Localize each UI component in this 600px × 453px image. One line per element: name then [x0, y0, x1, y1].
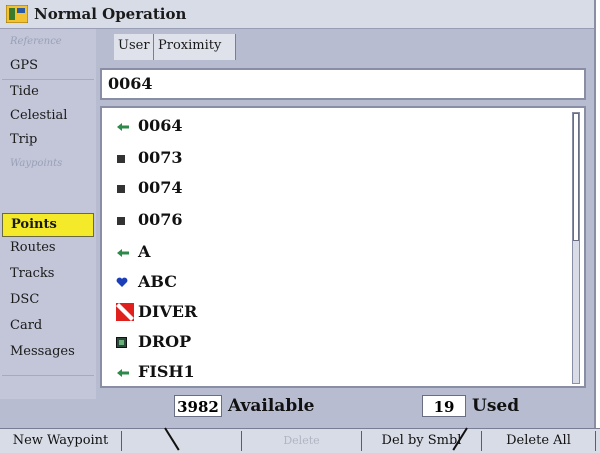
- title-bar: Normal Operation: [0, 0, 594, 29]
- diver-flag-icon: [116, 299, 138, 327]
- used-label: Used: [472, 396, 520, 416]
- blank-softkey[interactable]: [122, 431, 242, 451]
- app-icon: [6, 5, 28, 23]
- drop-icon: [116, 329, 138, 357]
- sidebar-item-celestial[interactable]: Celestial: [2, 105, 94, 129]
- waypoint-name: 0064: [138, 116, 183, 135]
- list-item[interactable]: 0073: [116, 144, 183, 172]
- list-item[interactable]: FISH1: [116, 358, 195, 386]
- waypoint-list: 0064 0073 0074 0076 A ABC DIVER DROP FIS…: [100, 106, 586, 388]
- sidebar-header-waypoints: Waypoints: [10, 158, 63, 169]
- arrow-icon: [116, 239, 138, 267]
- list-item[interactable]: DROP: [116, 328, 191, 356]
- softkey-bar: New Waypoint Delete Del by Smbl Delete A…: [0, 428, 600, 453]
- tab-proximity[interactable]: Proximity: [154, 34, 236, 60]
- new-waypoint-softkey[interactable]: New Waypoint: [0, 431, 122, 451]
- waypoint-name: 0074: [138, 178, 183, 197]
- list-item[interactable]: 0076: [116, 206, 183, 234]
- waypoint-name: ABC: [138, 272, 177, 291]
- square-icon: [116, 175, 138, 203]
- sidebar-item-trip[interactable]: Trip: [2, 129, 94, 153]
- sidebar-item-gps[interactable]: GPS: [2, 55, 94, 79]
- sidebar-item-routes[interactable]: Routes: [2, 237, 94, 261]
- sidebar-item-tide[interactable]: Tide: [2, 81, 94, 105]
- available-label: Available: [228, 396, 315, 416]
- sidebar: Reference GPS Tide Celestial Trip Waypoi…: [0, 29, 96, 399]
- waypoint-name: FISH1: [138, 362, 195, 381]
- heart-icon: [116, 269, 138, 297]
- waypoint-name: A: [138, 242, 151, 261]
- sidebar-item-dsc[interactable]: DSC: [2, 289, 94, 313]
- gps-screen: Normal Operation Reference GPS Tide Cele…: [0, 0, 596, 428]
- waypoint-status-bar: 3982 Available 19 Used: [100, 392, 586, 422]
- available-count: 3982: [174, 395, 222, 417]
- scrollbar-thumb[interactable]: [573, 113, 579, 241]
- sidebar-item-tracks[interactable]: Tracks: [2, 263, 94, 287]
- list-item[interactable]: A: [116, 238, 150, 266]
- tab-user[interactable]: User: [114, 34, 154, 60]
- divider: [2, 79, 94, 80]
- square-icon: [116, 145, 138, 173]
- sidebar-header-reference: Reference: [10, 36, 62, 47]
- list-item[interactable]: 0064: [116, 112, 183, 140]
- window-title: Normal Operation: [34, 5, 187, 23]
- waypoint-search-input[interactable]: 0064: [100, 68, 586, 100]
- square-icon: [116, 207, 138, 235]
- list-item[interactable]: 0074: [116, 174, 183, 202]
- list-scrollbar[interactable]: [572, 112, 580, 384]
- waypoint-name: 0076: [138, 210, 183, 229]
- list-item[interactable]: DIVER: [116, 298, 197, 326]
- sidebar-item-card[interactable]: Card: [2, 315, 94, 339]
- sidebar-item-points[interactable]: Points: [2, 213, 94, 237]
- divider: [2, 375, 94, 376]
- arrow-icon: [116, 113, 138, 141]
- delete-softkey: Delete: [242, 431, 362, 451]
- sidebar-item-messages[interactable]: Messages: [2, 341, 94, 365]
- waypoint-name: 0073: [138, 148, 183, 167]
- waypoint-name: DROP: [138, 332, 192, 351]
- list-item[interactable]: ABC: [116, 268, 177, 296]
- used-count: 19: [422, 395, 466, 417]
- waypoint-name: DIVER: [138, 302, 198, 321]
- arrow-icon: [116, 359, 138, 387]
- delete-all-softkey[interactable]: Delete All: [482, 431, 596, 451]
